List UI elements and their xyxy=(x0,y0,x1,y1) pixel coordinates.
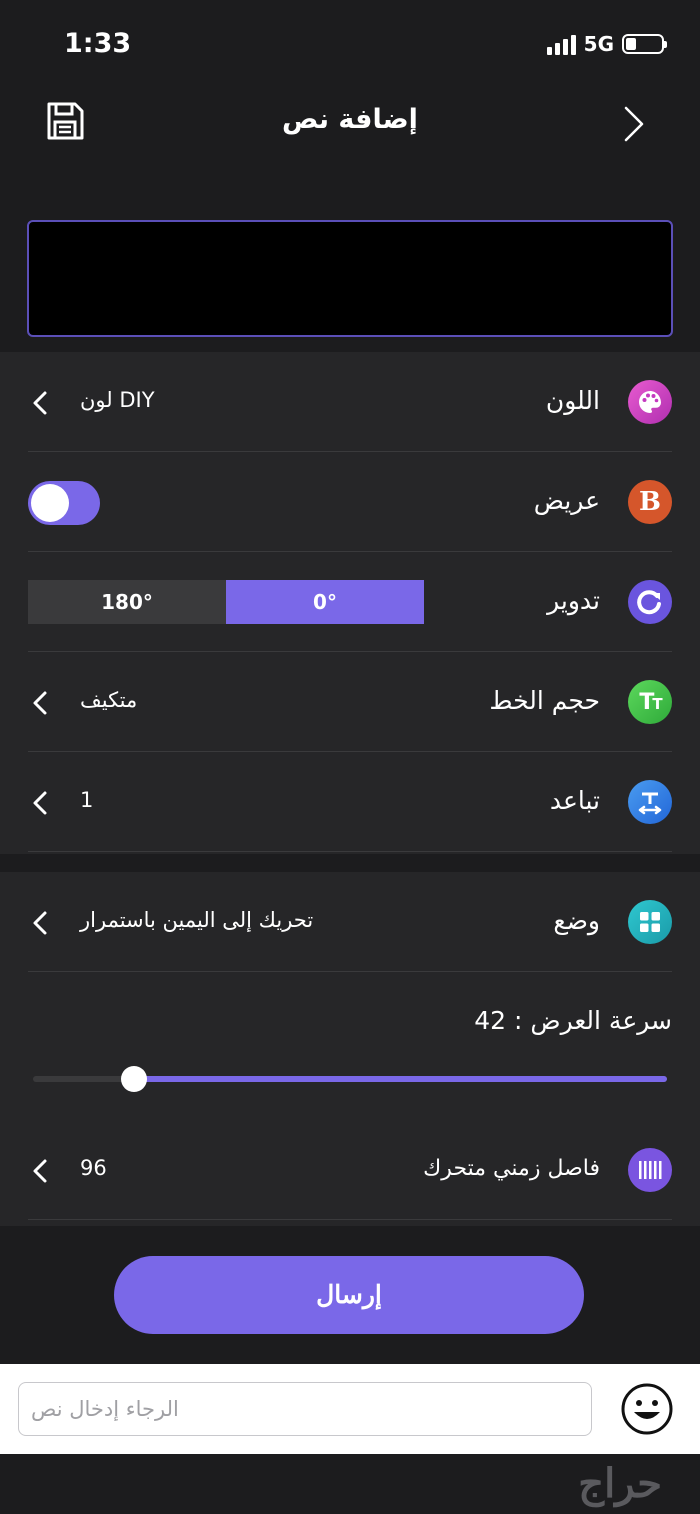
text-preview xyxy=(27,220,673,337)
back-chevron-icon[interactable] xyxy=(620,104,648,144)
rotate-180-option[interactable]: 180° xyxy=(28,580,226,624)
signal-icon xyxy=(546,33,576,55)
speed-slider[interactable] xyxy=(33,1066,667,1092)
chevron-left-icon xyxy=(33,691,47,715)
watermark: حراج xyxy=(578,1460,662,1507)
rotate-icon xyxy=(628,580,672,624)
speed-value: 42 xyxy=(474,1006,506,1035)
chevron-left-icon xyxy=(33,911,47,935)
spacing-label: تباعد xyxy=(549,786,600,815)
emoji-icon[interactable] xyxy=(620,1382,674,1436)
bold-label: عريض xyxy=(533,486,600,515)
chevron-left-icon xyxy=(33,391,47,415)
font-size-value: متكيف xyxy=(80,688,138,712)
spacing-value: 1 xyxy=(80,788,94,812)
bold-icon: B xyxy=(628,480,672,524)
spacing-icon xyxy=(628,780,672,824)
mode-row[interactable]: وضع تحريك إلى اليمين باستمرار xyxy=(28,872,672,972)
color-value: لون DIY xyxy=(80,388,155,412)
nav-bar: إضافة نص xyxy=(0,90,700,166)
speed-slider-fill xyxy=(134,1076,667,1082)
palette-icon xyxy=(628,380,672,424)
page-title: إضافة نص xyxy=(282,104,418,135)
rotate-row: تدوير 180° 0° xyxy=(28,552,672,652)
interval-row[interactable]: فاصل زمني متحرك 96 xyxy=(28,1120,672,1220)
speed-slider-handle[interactable] xyxy=(121,1066,148,1092)
font-size-icon: TT xyxy=(628,680,672,724)
text-input[interactable] xyxy=(18,1382,592,1436)
color-label: اللون xyxy=(545,386,600,415)
barcode-icon xyxy=(628,1148,672,1192)
rotate-0-option[interactable]: 0° xyxy=(226,580,424,624)
font-size-label: حجم الخط xyxy=(489,686,600,715)
speed-readout: سرعة العرض : 42 xyxy=(474,1006,672,1035)
spacing-row[interactable]: تباعد 1 xyxy=(28,752,672,852)
animation-section: وضع تحريك إلى اليمين باستمرار سرعة العرض… xyxy=(0,872,700,1226)
chevron-left-icon xyxy=(33,1159,47,1183)
status-bar: 1:33 5G xyxy=(0,0,700,90)
send-button[interactable]: إرسال xyxy=(114,1256,584,1334)
font-size-row[interactable]: TT حجم الخط متكيف xyxy=(28,652,672,752)
text-input-bar xyxy=(0,1364,700,1454)
bold-toggle[interactable] xyxy=(28,481,100,525)
rotation-segmented-control: 180° 0° xyxy=(28,580,424,624)
battery-icon xyxy=(622,34,667,54)
interval-label: فاصل زمني متحرك xyxy=(423,1156,600,1181)
interval-value: 96 xyxy=(80,1156,107,1180)
chevron-left-icon xyxy=(33,791,47,815)
grid-icon xyxy=(628,900,672,944)
status-time: 1:33 xyxy=(64,28,132,59)
network-label: 5G xyxy=(583,32,614,56)
send-area: إرسال xyxy=(0,1226,700,1364)
mode-label: وضع xyxy=(553,906,600,935)
speed-label: سرعة العرض xyxy=(530,1006,672,1035)
bold-row: B عريض xyxy=(28,452,672,552)
speed-separator: : xyxy=(513,1006,523,1035)
status-indicators: 5G xyxy=(546,32,667,56)
rotate-label: تدوير xyxy=(547,586,600,615)
text-style-section: اللون لون DIY B عريض تدوير 180° 0° TT حج… xyxy=(0,352,700,854)
color-row[interactable]: اللون لون DIY xyxy=(28,352,672,452)
toggle-knob xyxy=(31,484,69,522)
mode-value: تحريك إلى اليمين باستمرار xyxy=(80,908,314,932)
bottom-strip: حراج xyxy=(0,1454,700,1514)
